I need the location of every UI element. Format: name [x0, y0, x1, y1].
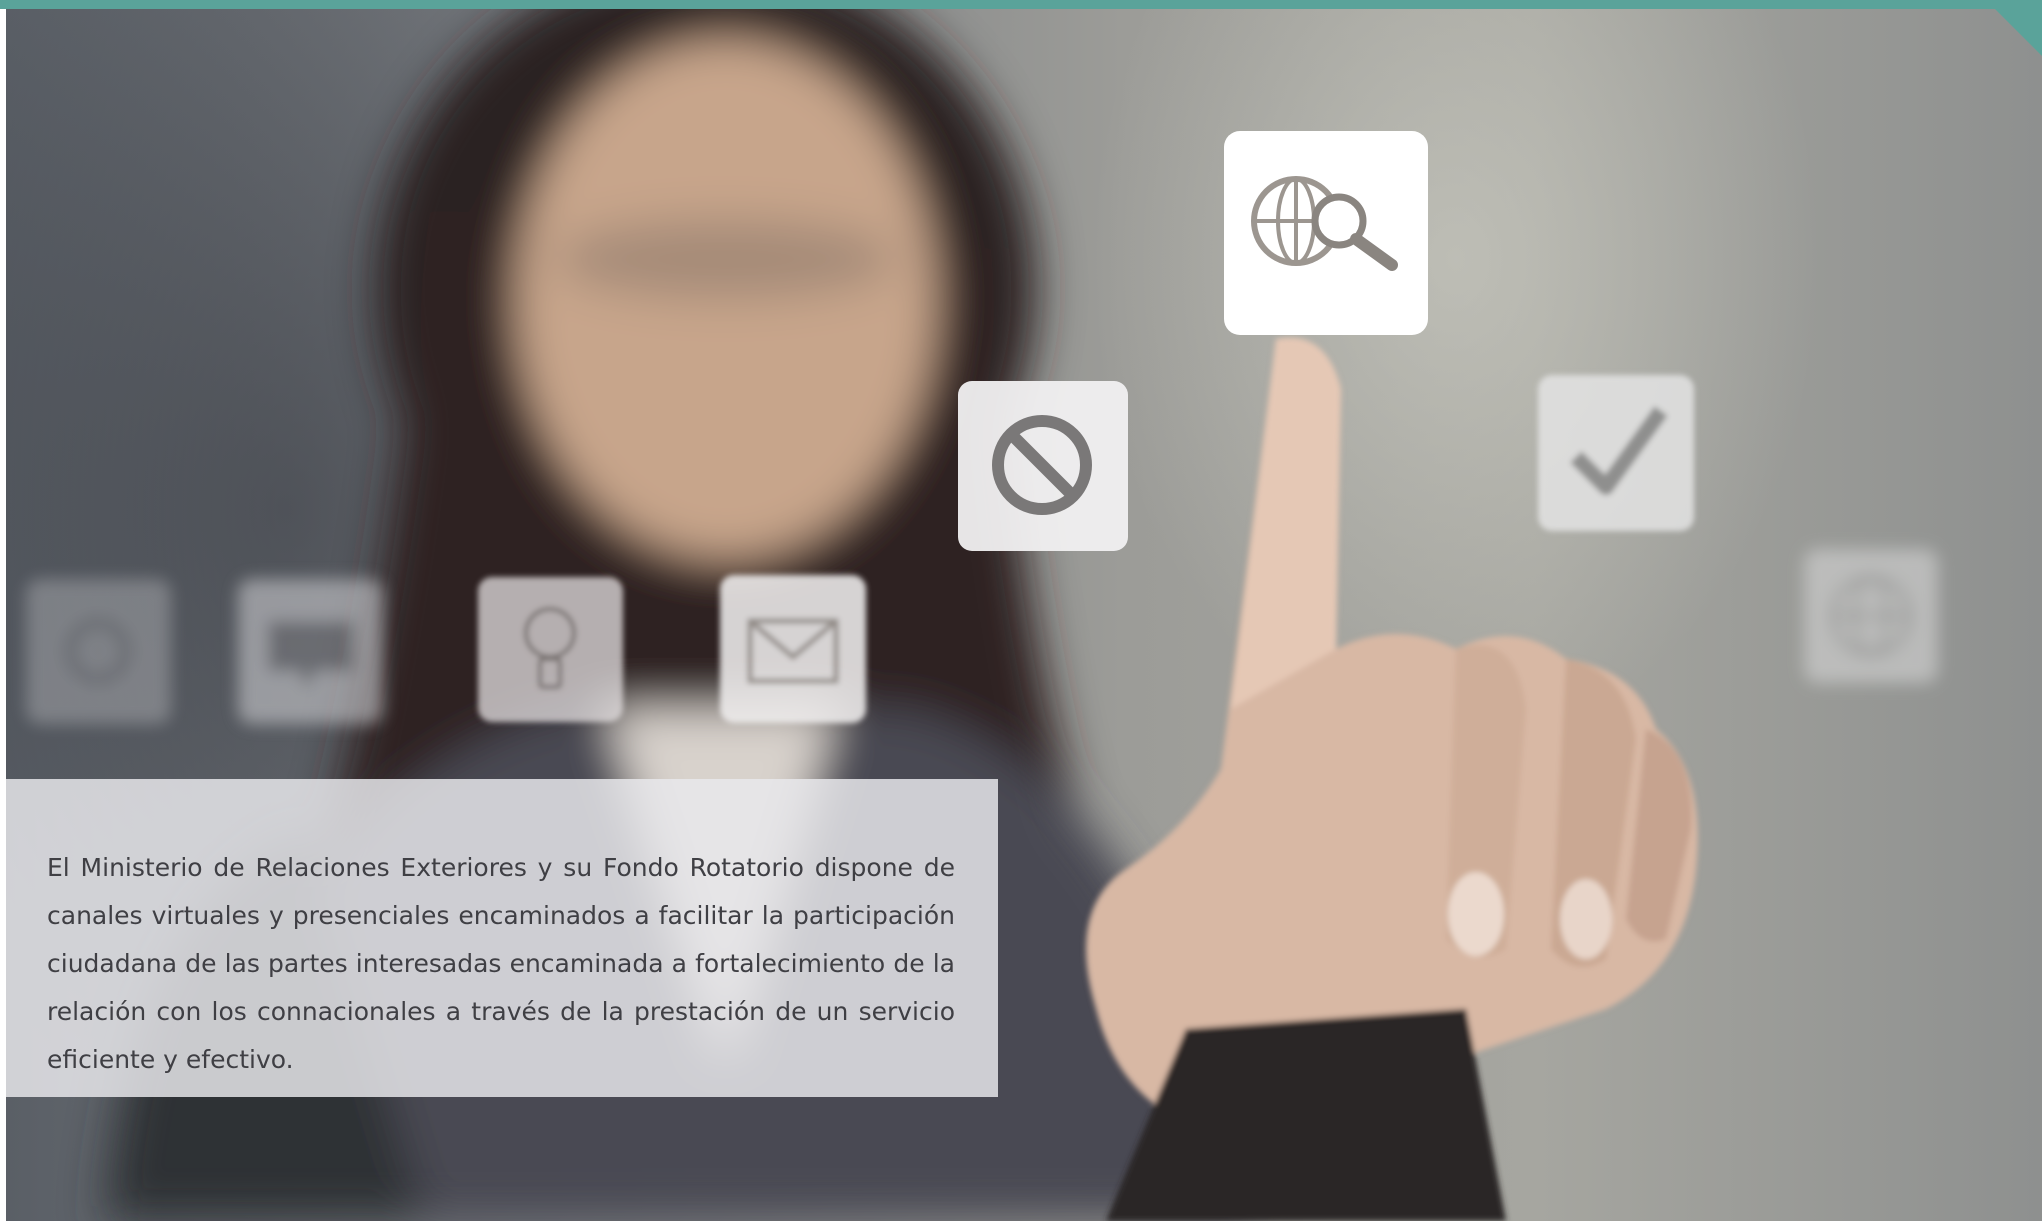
globe-icon — [1804, 549, 1938, 683]
chat-icon — [238, 579, 383, 724]
lightbulb-icon — [478, 577, 623, 722]
corner-accent — [1986, 0, 2042, 56]
caption-panel: El Ministerio de Relaciones Exteriores y… — [6, 779, 998, 1097]
mail-icon — [720, 575, 866, 723]
prohibited-icon — [958, 381, 1128, 551]
top-accent-bar — [0, 0, 2042, 9]
globe-search-icon — [1224, 131, 1428, 335]
page: El Ministerio de Relaciones Exteriores y… — [0, 0, 2042, 1221]
checkmark-icon — [1538, 375, 1694, 531]
caption-text: El Ministerio de Relaciones Exteriores y… — [47, 853, 955, 1074]
gear-icon — [26, 579, 171, 724]
